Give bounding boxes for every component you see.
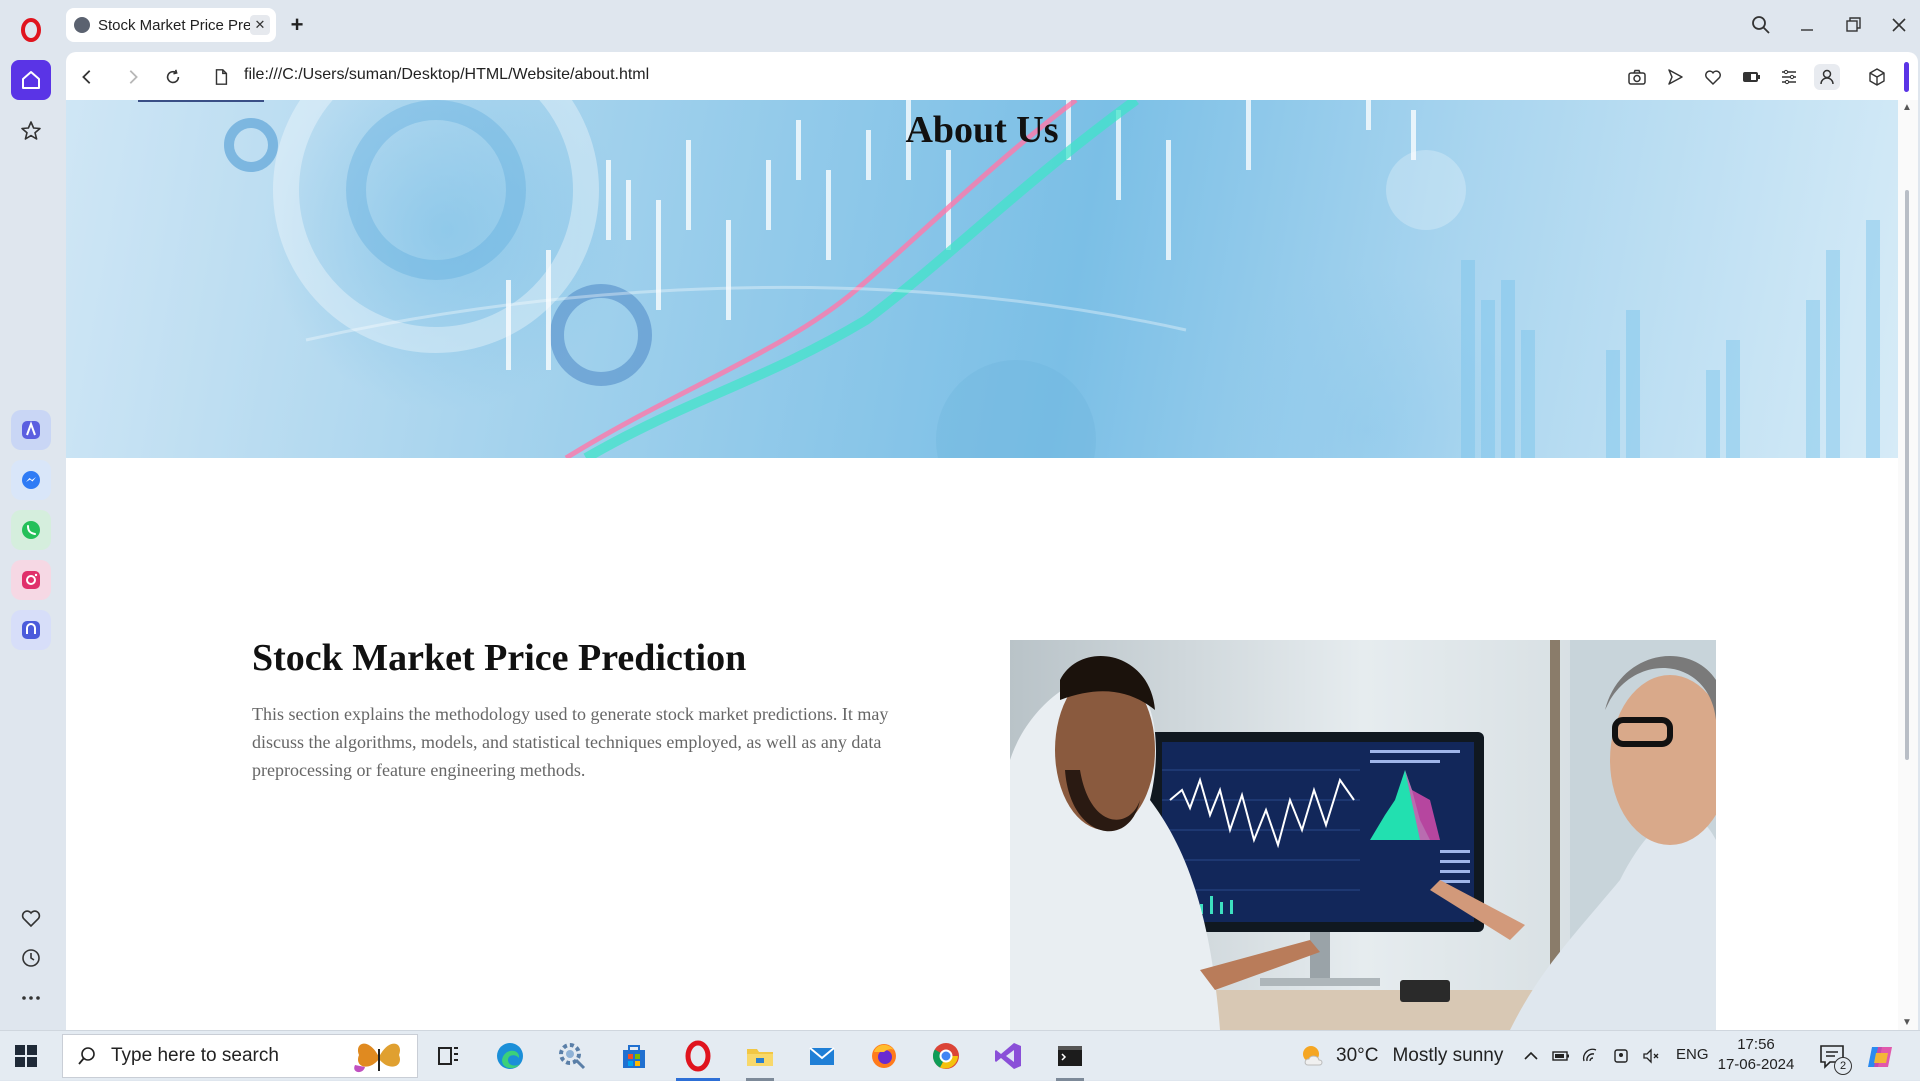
windows-start-icon[interactable]	[14, 1044, 38, 1068]
vertical-scrollbar[interactable]: ▲ ▼	[1898, 100, 1918, 1030]
traders-monitor-image	[1010, 640, 1716, 1030]
home-icon[interactable]	[11, 60, 51, 100]
battery-icon[interactable]	[1550, 1045, 1572, 1067]
chevron-up-icon[interactable]	[1520, 1045, 1542, 1067]
extensions-cube-icon[interactable]	[1864, 64, 1890, 90]
send-icon[interactable]	[1662, 64, 1688, 90]
history-icon[interactable]	[11, 938, 51, 978]
close-window-icon[interactable]	[1884, 10, 1914, 40]
section-title: Stock Market Price Prediction	[252, 637, 747, 679]
opera-sidebar	[0, 0, 62, 1030]
page-title: About Us	[905, 109, 1059, 151]
scroll-down-arrow-icon[interactable]: ▼	[1902, 1017, 1912, 1028]
heart-icon[interactable]	[11, 898, 51, 938]
whatsapp-icon[interactable]	[11, 510, 51, 550]
reload-icon[interactable]	[160, 64, 186, 90]
page-viewport: About Us Stock Market Price Prediction T…	[66, 100, 1918, 1030]
tab-close-icon[interactable]: ✕	[250, 15, 270, 35]
edge-browser-icon[interactable]	[482, 1036, 538, 1076]
hero-banner: About Us	[66, 100, 1898, 458]
speed-dial-star-icon[interactable]	[11, 111, 51, 151]
minimize-icon[interactable]	[1792, 10, 1822, 40]
meet-now-icon[interactable]	[1610, 1045, 1632, 1067]
speaker-muted-icon[interactable]	[1640, 1045, 1662, 1067]
clock[interactable]: 17:56 17-06-2024	[1716, 1035, 1796, 1075]
windows-taskbar: Type here to search 30°C Mostly sunny EN…	[0, 1030, 1920, 1081]
sidebar-indicator	[1904, 62, 1909, 92]
weather-widget[interactable]: 30°C Mostly sunny	[1300, 1043, 1503, 1069]
stock-chart-background-image	[224, 100, 1880, 458]
messenger-icon[interactable]	[11, 460, 51, 500]
file-explorer-icon[interactable]	[732, 1036, 788, 1081]
tab-title: Stock Market Price Pre	[98, 16, 250, 34]
butterfly-icon	[354, 1043, 400, 1073]
scroll-up-arrow-icon[interactable]: ▲	[1902, 102, 1912, 113]
tab-active[interactable]: Stock Market Price Pre ✕	[66, 8, 276, 42]
clock-time: 17:56	[1737, 1036, 1775, 1053]
music-player-icon[interactable]	[11, 610, 51, 650]
taskbar-search-box[interactable]: Type here to search	[62, 1034, 418, 1078]
bookmark-heart-icon[interactable]	[1700, 64, 1726, 90]
settings-tool-icon[interactable]	[544, 1036, 600, 1076]
wifi-icon[interactable]	[1580, 1045, 1602, 1067]
address-bar: file:///C:/Users/suman/Desktop/HTML/Webs…	[66, 52, 1918, 100]
microsoft-store-icon[interactable]	[606, 1036, 662, 1076]
visual-studio-icon[interactable]	[980, 1036, 1036, 1076]
notification-count-badge: 2	[1834, 1057, 1852, 1075]
copilot-icon[interactable]	[1866, 1043, 1894, 1071]
language-indicator[interactable]: ENG	[1676, 1046, 1709, 1063]
sun-cloud-icon	[1303, 1046, 1323, 1066]
section-description: This section explains the methodology us…	[252, 704, 889, 780]
battery-saver-icon[interactable]	[1738, 64, 1764, 90]
forward-icon[interactable]	[120, 64, 146, 90]
task-view-icon[interactable]	[420, 1036, 476, 1076]
opera-logo-icon[interactable]	[11, 10, 51, 50]
instagram-icon[interactable]	[11, 560, 51, 600]
chrome-icon[interactable]	[918, 1036, 974, 1076]
more-icon[interactable]	[11, 978, 51, 1018]
opera-taskbar-icon[interactable]	[670, 1036, 726, 1081]
easy-setup-icon[interactable]	[1776, 64, 1802, 90]
search-icon	[78, 1047, 95, 1065]
snapshot-camera-icon[interactable]	[1624, 64, 1650, 90]
clock-date: 17-06-2024	[1717, 1056, 1795, 1073]
terminal-icon[interactable]	[1042, 1036, 1098, 1081]
url-field[interactable]: file:///C:/Users/suman/Desktop/HTML/Webs…	[244, 66, 649, 84]
page-file-icon[interactable]	[208, 64, 234, 90]
new-tab-button[interactable]: +	[284, 12, 310, 38]
back-icon[interactable]	[74, 64, 100, 90]
aria-icon[interactable]	[11, 410, 51, 450]
tab-strip: Stock Market Price Pre ✕ +	[62, 0, 1920, 50]
scroll-thumb[interactable]	[1905, 190, 1909, 760]
nav-underline	[138, 100, 264, 102]
mail-icon[interactable]	[794, 1036, 850, 1076]
restore-icon[interactable]	[1838, 10, 1868, 40]
firefox-icon[interactable]	[856, 1036, 912, 1076]
weather-text: Mostly sunny	[1392, 1045, 1504, 1066]
search-placeholder: Type here to search	[111, 1045, 279, 1066]
profile-icon[interactable]	[1814, 64, 1840, 90]
weather-temp: 30°C	[1336, 1045, 1379, 1066]
tab-search-icon[interactable]	[1746, 10, 1776, 40]
globe-icon	[74, 17, 90, 33]
